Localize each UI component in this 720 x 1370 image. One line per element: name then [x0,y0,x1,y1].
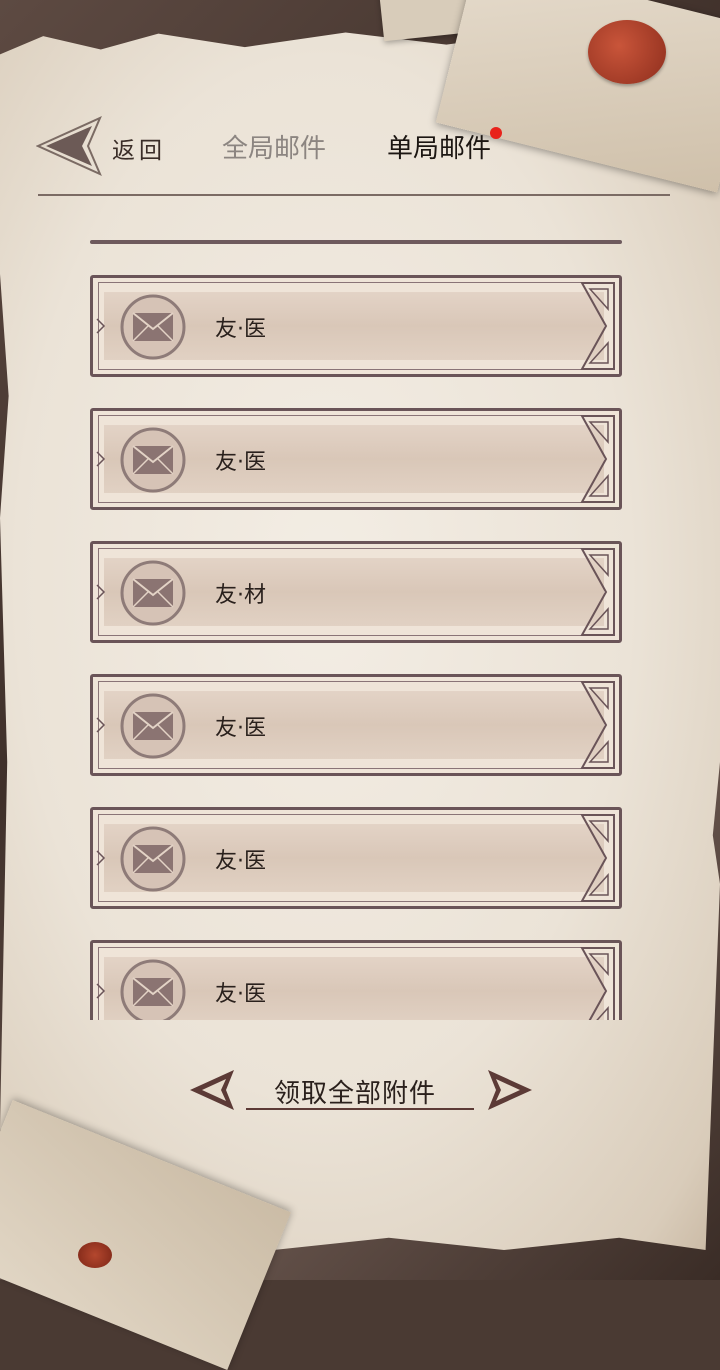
mail-item[interactable]: 友·医 [90,674,622,776]
mail-sender: 友·医 [215,982,266,1007]
chevron-right-icon [96,451,106,467]
corner-ornament-icon [580,947,615,1020]
mail-item[interactable]: 友·医 [90,408,622,510]
corner-ornament-icon [580,681,615,769]
mail-sender: 友·医 [215,317,266,342]
mail-sender: 友·医 [215,849,266,874]
corner-ornament-icon [580,548,615,636]
arrow-left-icon [190,1070,234,1110]
divider [246,1108,474,1110]
mail-item[interactable]: 友·材 [90,541,622,643]
mail-sender: 友·医 [215,716,266,741]
chevron-right-icon [96,584,106,600]
back-label: 返回 [112,138,166,164]
corner-ornament-icon [580,415,615,503]
mail-sender: 友·材 [215,583,266,608]
envelope-icon [120,427,186,493]
chevron-right-icon [96,850,106,866]
arrow-right-icon [488,1070,532,1110]
envelope-icon [120,294,186,360]
back-button[interactable]: 返回 [36,114,176,178]
wax-seal-icon [78,1242,112,1268]
mail-list[interactable]: 友·医 友·医 友·材 友·医 友·医 友·医 [90,275,622,1020]
corner-ornament-icon [580,814,615,902]
corner-ornament-icon [580,282,615,370]
envelope-icon [120,560,186,626]
envelope-icon [120,959,186,1020]
divider [38,194,670,196]
mail-item[interactable]: 友·医 [90,940,622,1020]
claim-all-label: 领取全部附件 [274,1079,437,1109]
chevron-right-icon [96,983,106,999]
divider [90,240,622,244]
claim-all-button[interactable]: 领取全部附件 [188,1064,532,1120]
back-arrow-icon [36,116,102,176]
mail-sender: 友·医 [215,450,266,475]
wax-seal-icon [588,20,666,84]
tab-global-mail[interactable]: 全局邮件 [222,128,326,165]
chevron-right-icon [96,318,106,334]
chevron-right-icon [96,717,106,733]
envelope-icon [120,826,186,892]
envelope-icon [120,693,186,759]
notification-dot [490,127,502,139]
mail-item[interactable]: 友·医 [90,275,622,377]
mail-item[interactable]: 友·医 [90,807,622,909]
tab-single-mail[interactable]: 单局邮件 [387,128,491,165]
